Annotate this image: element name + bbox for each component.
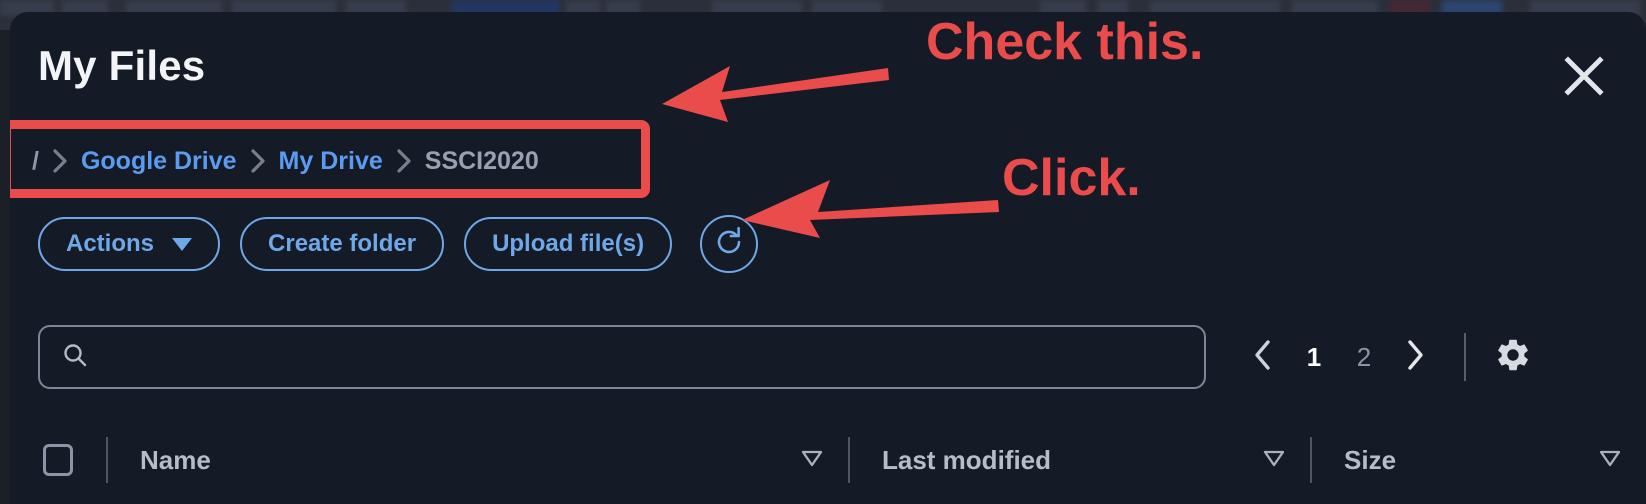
toolbar: Actions Create folder Upload file(s) xyxy=(38,215,759,273)
close-button[interactable] xyxy=(1558,50,1610,102)
chevron-right-icon xyxy=(396,148,412,174)
page-title: My Files xyxy=(38,42,206,89)
search-icon xyxy=(62,342,88,373)
pagination-page-2[interactable]: 2 xyxy=(1342,342,1386,373)
pagination: 1 2 xyxy=(1240,325,1536,389)
chevron-left-icon xyxy=(1252,338,1274,377)
toolbar-divider xyxy=(1464,333,1466,381)
file-table-header: Name Last modified Size xyxy=(10,416,1646,504)
actions-button[interactable]: Actions xyxy=(38,217,221,271)
sort-descending-icon xyxy=(1598,448,1622,473)
chevron-down-icon xyxy=(172,237,193,251)
create-folder-button[interactable]: Create folder xyxy=(240,217,445,271)
close-icon xyxy=(1562,54,1606,98)
annotation-arrow-breadcrumb xyxy=(660,50,890,127)
column-header-last-modified-label: Last modified xyxy=(882,444,1052,475)
chevron-right-icon xyxy=(1404,338,1426,377)
sort-descending-icon xyxy=(1262,448,1286,473)
breadcrumb-item-google-drive[interactable]: Google Drive xyxy=(81,147,237,176)
gear-icon xyxy=(1494,336,1532,379)
breadcrumb-item-my-drive[interactable]: My Drive xyxy=(279,147,383,176)
breadcrumb-item-root[interactable]: / xyxy=(32,147,39,176)
annotation-click: Click. xyxy=(1002,149,1141,207)
search-input[interactable] xyxy=(104,343,1182,371)
upload-files-button[interactable]: Upload file(s) xyxy=(464,217,673,271)
column-header-size[interactable]: Size xyxy=(1312,437,1646,483)
pagination-page-1[interactable]: 1 xyxy=(1292,342,1336,373)
search-field[interactable] xyxy=(38,325,1206,389)
annotation-arrow-upload xyxy=(740,158,1000,243)
create-folder-label: Create folder xyxy=(268,230,417,257)
pagination-next-button[interactable] xyxy=(1392,328,1438,386)
upload-files-label: Upload file(s) xyxy=(492,230,645,257)
column-header-size-label: Size xyxy=(1344,444,1397,475)
column-header-last-modified[interactable]: Last modified xyxy=(850,437,1310,483)
actions-button-label: Actions xyxy=(66,230,155,257)
breadcrumb-item-current: SSCI2020 xyxy=(424,146,539,175)
breadcrumb: / Google Drive My Drive SSCI2020 xyxy=(32,144,539,178)
column-header-name[interactable]: Name xyxy=(108,437,848,483)
select-all-checkbox[interactable] xyxy=(43,444,73,476)
select-all-cell xyxy=(10,444,106,476)
pagination-prev-button[interactable] xyxy=(1240,328,1286,386)
sort-descending-icon xyxy=(800,448,824,473)
chevron-right-icon xyxy=(250,148,266,174)
annotation-check-this: Check this. xyxy=(926,13,1204,71)
column-header-name-label: Name xyxy=(140,444,211,475)
settings-button[interactable] xyxy=(1490,334,1536,380)
chevron-right-icon xyxy=(52,148,68,174)
